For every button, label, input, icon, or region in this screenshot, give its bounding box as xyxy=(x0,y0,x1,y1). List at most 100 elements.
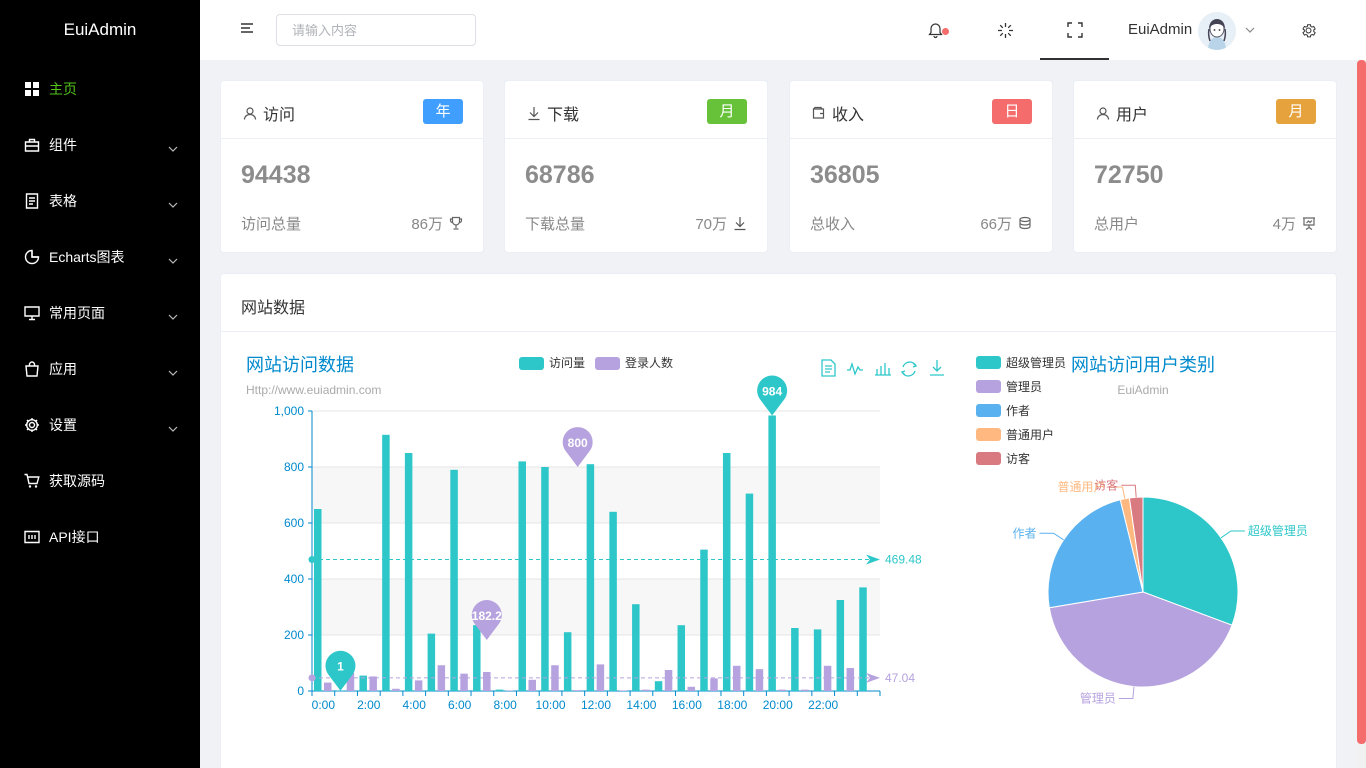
average-line-start xyxy=(308,674,316,682)
average-line-start xyxy=(308,556,316,564)
bar-visits-8[interactable] xyxy=(495,689,504,691)
bar-visits-0[interactable] xyxy=(314,509,322,691)
bar-visits-24[interactable] xyxy=(859,587,867,691)
pie-legend-label[interactable]: 访客 xyxy=(1006,451,1030,466)
x-tick-label: 18:00 xyxy=(717,698,747,712)
bar-visits-12[interactable] xyxy=(586,464,595,691)
bar-logins-19[interactable] xyxy=(755,669,764,691)
bar-visits-7[interactable] xyxy=(473,625,481,691)
bar-visits-5[interactable] xyxy=(427,633,436,691)
bar-logins-20[interactable] xyxy=(778,689,786,691)
bar-visits-3[interactable] xyxy=(382,434,390,691)
bar-visits-10[interactable] xyxy=(541,467,549,691)
pie-slice-label: 超级管理员 xyxy=(1248,523,1308,538)
bar-logins-15[interactable] xyxy=(664,670,673,691)
pie-label-line xyxy=(1220,530,1245,539)
y-tick-label: 0 xyxy=(297,684,304,698)
line-chart-icon[interactable] xyxy=(847,361,863,376)
y-tick-label: 400 xyxy=(284,572,304,586)
x-tick-label: 0:00 xyxy=(312,698,336,712)
bar-visits-4[interactable] xyxy=(404,453,413,691)
bar-chart-title: 网站访问数据 xyxy=(246,355,354,375)
x-tick-label: 14:00 xyxy=(626,698,656,712)
legend-label[interactable]: 访问量 xyxy=(549,356,585,370)
bar-logins-7[interactable] xyxy=(483,671,491,691)
bar-visits-9[interactable] xyxy=(518,461,526,691)
pie-legend-swatch[interactable] xyxy=(976,380,1001,393)
bar-logins-9[interactable] xyxy=(528,679,536,691)
bar-logins-21[interactable] xyxy=(801,689,809,691)
pie-slice-label: 访客 xyxy=(1094,477,1118,492)
x-tick-label: 8:00 xyxy=(493,698,517,712)
bar-logins-6[interactable] xyxy=(460,673,468,691)
x-tick-label: 10:00 xyxy=(536,698,566,712)
pie-legend-label[interactable]: 作者 xyxy=(1006,404,1030,418)
bar-visits-13[interactable] xyxy=(609,511,617,691)
mark-point-label: 1 xyxy=(337,660,344,674)
pie-legend-swatch[interactable] xyxy=(976,356,1001,369)
bar-logins-0[interactable] xyxy=(324,682,332,691)
x-tick-label: 12:00 xyxy=(581,698,611,712)
y-tick-label: 600 xyxy=(284,516,304,530)
chart-toolbox xyxy=(821,359,944,377)
average-label: 469.48 xyxy=(885,553,922,567)
pie-legend-label[interactable]: 普通用户 xyxy=(1006,427,1054,442)
bar-logins-23[interactable] xyxy=(846,668,855,691)
legend-swatch[interactable] xyxy=(519,357,544,370)
x-tick-label: 16:00 xyxy=(672,698,702,712)
pie-label-line xyxy=(1118,686,1135,700)
bar-chart-icon[interactable] xyxy=(875,363,891,376)
x-tick-label: 22:00 xyxy=(808,698,838,712)
bar-visits-17[interactable] xyxy=(700,549,708,691)
bar-logins-4[interactable] xyxy=(414,680,423,691)
bar-visits-11[interactable] xyxy=(563,632,572,691)
bar-logins-8[interactable] xyxy=(505,690,514,691)
bar-visits-19[interactable] xyxy=(745,493,754,691)
x-tick-label: 20:00 xyxy=(763,698,793,712)
bar-logins-18[interactable] xyxy=(732,665,741,691)
scrollbar-thumb[interactable] xyxy=(1357,60,1366,744)
bar-logins-11[interactable] xyxy=(573,690,582,691)
bar-logins-3[interactable] xyxy=(392,688,400,691)
bar-visits-22[interactable] xyxy=(813,629,822,691)
pie-legend-label[interactable]: 管理员 xyxy=(1006,379,1042,394)
mark-point-label: 182.2 xyxy=(472,609,502,623)
bar-visits-20[interactable] xyxy=(768,415,776,691)
pie-legend-swatch[interactable] xyxy=(976,428,1001,441)
bar-logins-16[interactable] xyxy=(687,686,696,691)
split-area xyxy=(312,467,880,523)
pie-legend-swatch[interactable] xyxy=(976,452,1001,465)
pie-label-line xyxy=(1039,532,1064,541)
legend-swatch[interactable] xyxy=(595,357,620,370)
bar-visits-6[interactable] xyxy=(450,469,458,691)
y-tick-label: 800 xyxy=(284,460,304,474)
bar-logins-14[interactable] xyxy=(642,689,650,691)
mark-point-label: 984 xyxy=(762,384,782,398)
bar-visits-16[interactable] xyxy=(677,625,686,691)
bar-logins-17[interactable] xyxy=(710,678,718,691)
bar-visits-21[interactable] xyxy=(791,628,799,691)
x-tick-label: 4:00 xyxy=(403,698,427,712)
split-area xyxy=(312,523,880,579)
bar-visits-15[interactable] xyxy=(654,681,663,691)
pie-legend-swatch[interactable] xyxy=(976,404,1001,417)
bar-visits-18[interactable] xyxy=(722,453,731,691)
legend-label[interactable]: 登录人数 xyxy=(625,355,673,370)
refresh-icon[interactable] xyxy=(900,361,918,377)
y-tick-label: 1,000 xyxy=(274,404,304,418)
x-tick-label: 6:00 xyxy=(448,698,472,712)
x-tick-label: 2:00 xyxy=(357,698,381,712)
bar-logins-22[interactable] xyxy=(823,665,832,691)
data-view-icon[interactable] xyxy=(821,359,836,377)
charts-canvas: 0 200 400 600 800 1,000 0:00 2:00 4:00 6:00 8:00 10… xyxy=(246,355,1308,712)
pie-chart-title: 网站访问用户类别 xyxy=(1071,355,1215,375)
pie-slice-label: 管理员 xyxy=(1080,691,1116,706)
save-image-icon[interactable] xyxy=(930,360,944,376)
split-area xyxy=(312,579,880,635)
pie-legend-label[interactable]: 超级管理员 xyxy=(1006,355,1066,370)
bar-logins-2[interactable] xyxy=(369,676,377,691)
y-tick-label: 200 xyxy=(284,628,304,642)
bar-logins-13[interactable] xyxy=(619,690,627,691)
mark-point-label: 800 xyxy=(568,436,588,450)
split-area xyxy=(312,411,880,467)
